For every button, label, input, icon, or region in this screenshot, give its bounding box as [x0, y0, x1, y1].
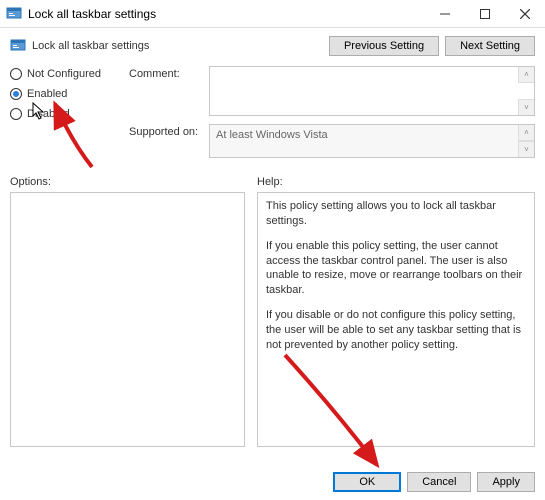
- radio-label: Disabled: [27, 108, 70, 120]
- supported-row: Supported on: At least Windows Vista ˄ ˅: [129, 124, 535, 158]
- next-setting-button[interactable]: Next Setting: [445, 36, 535, 56]
- apply-button[interactable]: Apply: [477, 472, 535, 492]
- scroll-up-icon[interactable]: ˄: [518, 125, 534, 141]
- help-label: Help:: [257, 176, 535, 188]
- options-panel: [10, 192, 245, 447]
- help-paragraph: If you enable this policy setting, the u…: [266, 239, 526, 298]
- titlebar: Lock all taskbar settings: [0, 0, 545, 28]
- settings-row: Not Configured Enabled Disabled Comment:…: [10, 66, 535, 166]
- help-column: Help: This policy setting allows you to …: [257, 176, 535, 447]
- field-column: Comment: ˄ ˅ Supported on: At least Wind…: [129, 66, 535, 166]
- scroll-up-icon[interactable]: ˄: [518, 67, 534, 83]
- app-icon: [6, 6, 22, 22]
- ok-button[interactable]: OK: [333, 472, 401, 492]
- maximize-button[interactable]: [465, 0, 505, 28]
- radio-enabled[interactable]: Enabled: [10, 88, 125, 100]
- supported-label: Supported on:: [129, 124, 209, 158]
- minimize-button[interactable]: [425, 0, 465, 28]
- radio-label: Enabled: [27, 88, 67, 100]
- radio-icon: [10, 108, 22, 120]
- window-controls: [425, 0, 545, 28]
- content-area: Lock all taskbar settings Previous Setti…: [0, 28, 545, 457]
- radio-label: Not Configured: [27, 68, 101, 80]
- supported-on-box: At least Windows Vista ˄ ˅: [209, 124, 535, 158]
- header-row: Lock all taskbar settings Previous Setti…: [10, 36, 535, 56]
- radio-not-configured[interactable]: Not Configured: [10, 68, 125, 80]
- panels-row: Options: Help: This policy setting allow…: [10, 176, 535, 447]
- comment-row: Comment: ˄ ˅: [129, 66, 535, 116]
- radio-icon: [10, 88, 22, 100]
- scroll-down-icon[interactable]: ˅: [518, 99, 534, 115]
- cancel-button[interactable]: Cancel: [407, 472, 471, 492]
- state-radio-group: Not Configured Enabled Disabled: [10, 66, 125, 166]
- radio-disabled[interactable]: Disabled: [10, 108, 125, 120]
- options-column: Options:: [10, 176, 245, 447]
- help-paragraph: This policy setting allows you to lock a…: [266, 199, 526, 229]
- supported-value: At least Windows Vista: [216, 129, 328, 141]
- help-paragraph: If you disable or do not configure this …: [266, 308, 526, 353]
- comment-textarea[interactable]: ˄ ˅: [209, 66, 535, 116]
- scroll-down-icon[interactable]: ˅: [518, 141, 534, 157]
- policy-icon: [10, 38, 26, 54]
- radio-icon: [10, 68, 22, 80]
- window-title: Lock all taskbar settings: [28, 7, 425, 21]
- dialog-buttons: OK Cancel Apply: [333, 472, 535, 492]
- help-panel: This policy setting allows you to lock a…: [257, 192, 535, 447]
- page-title: Lock all taskbar settings: [32, 40, 149, 52]
- previous-setting-button[interactable]: Previous Setting: [329, 36, 439, 56]
- comment-label: Comment:: [129, 66, 209, 116]
- options-label: Options:: [10, 176, 245, 188]
- close-button[interactable]: [505, 0, 545, 28]
